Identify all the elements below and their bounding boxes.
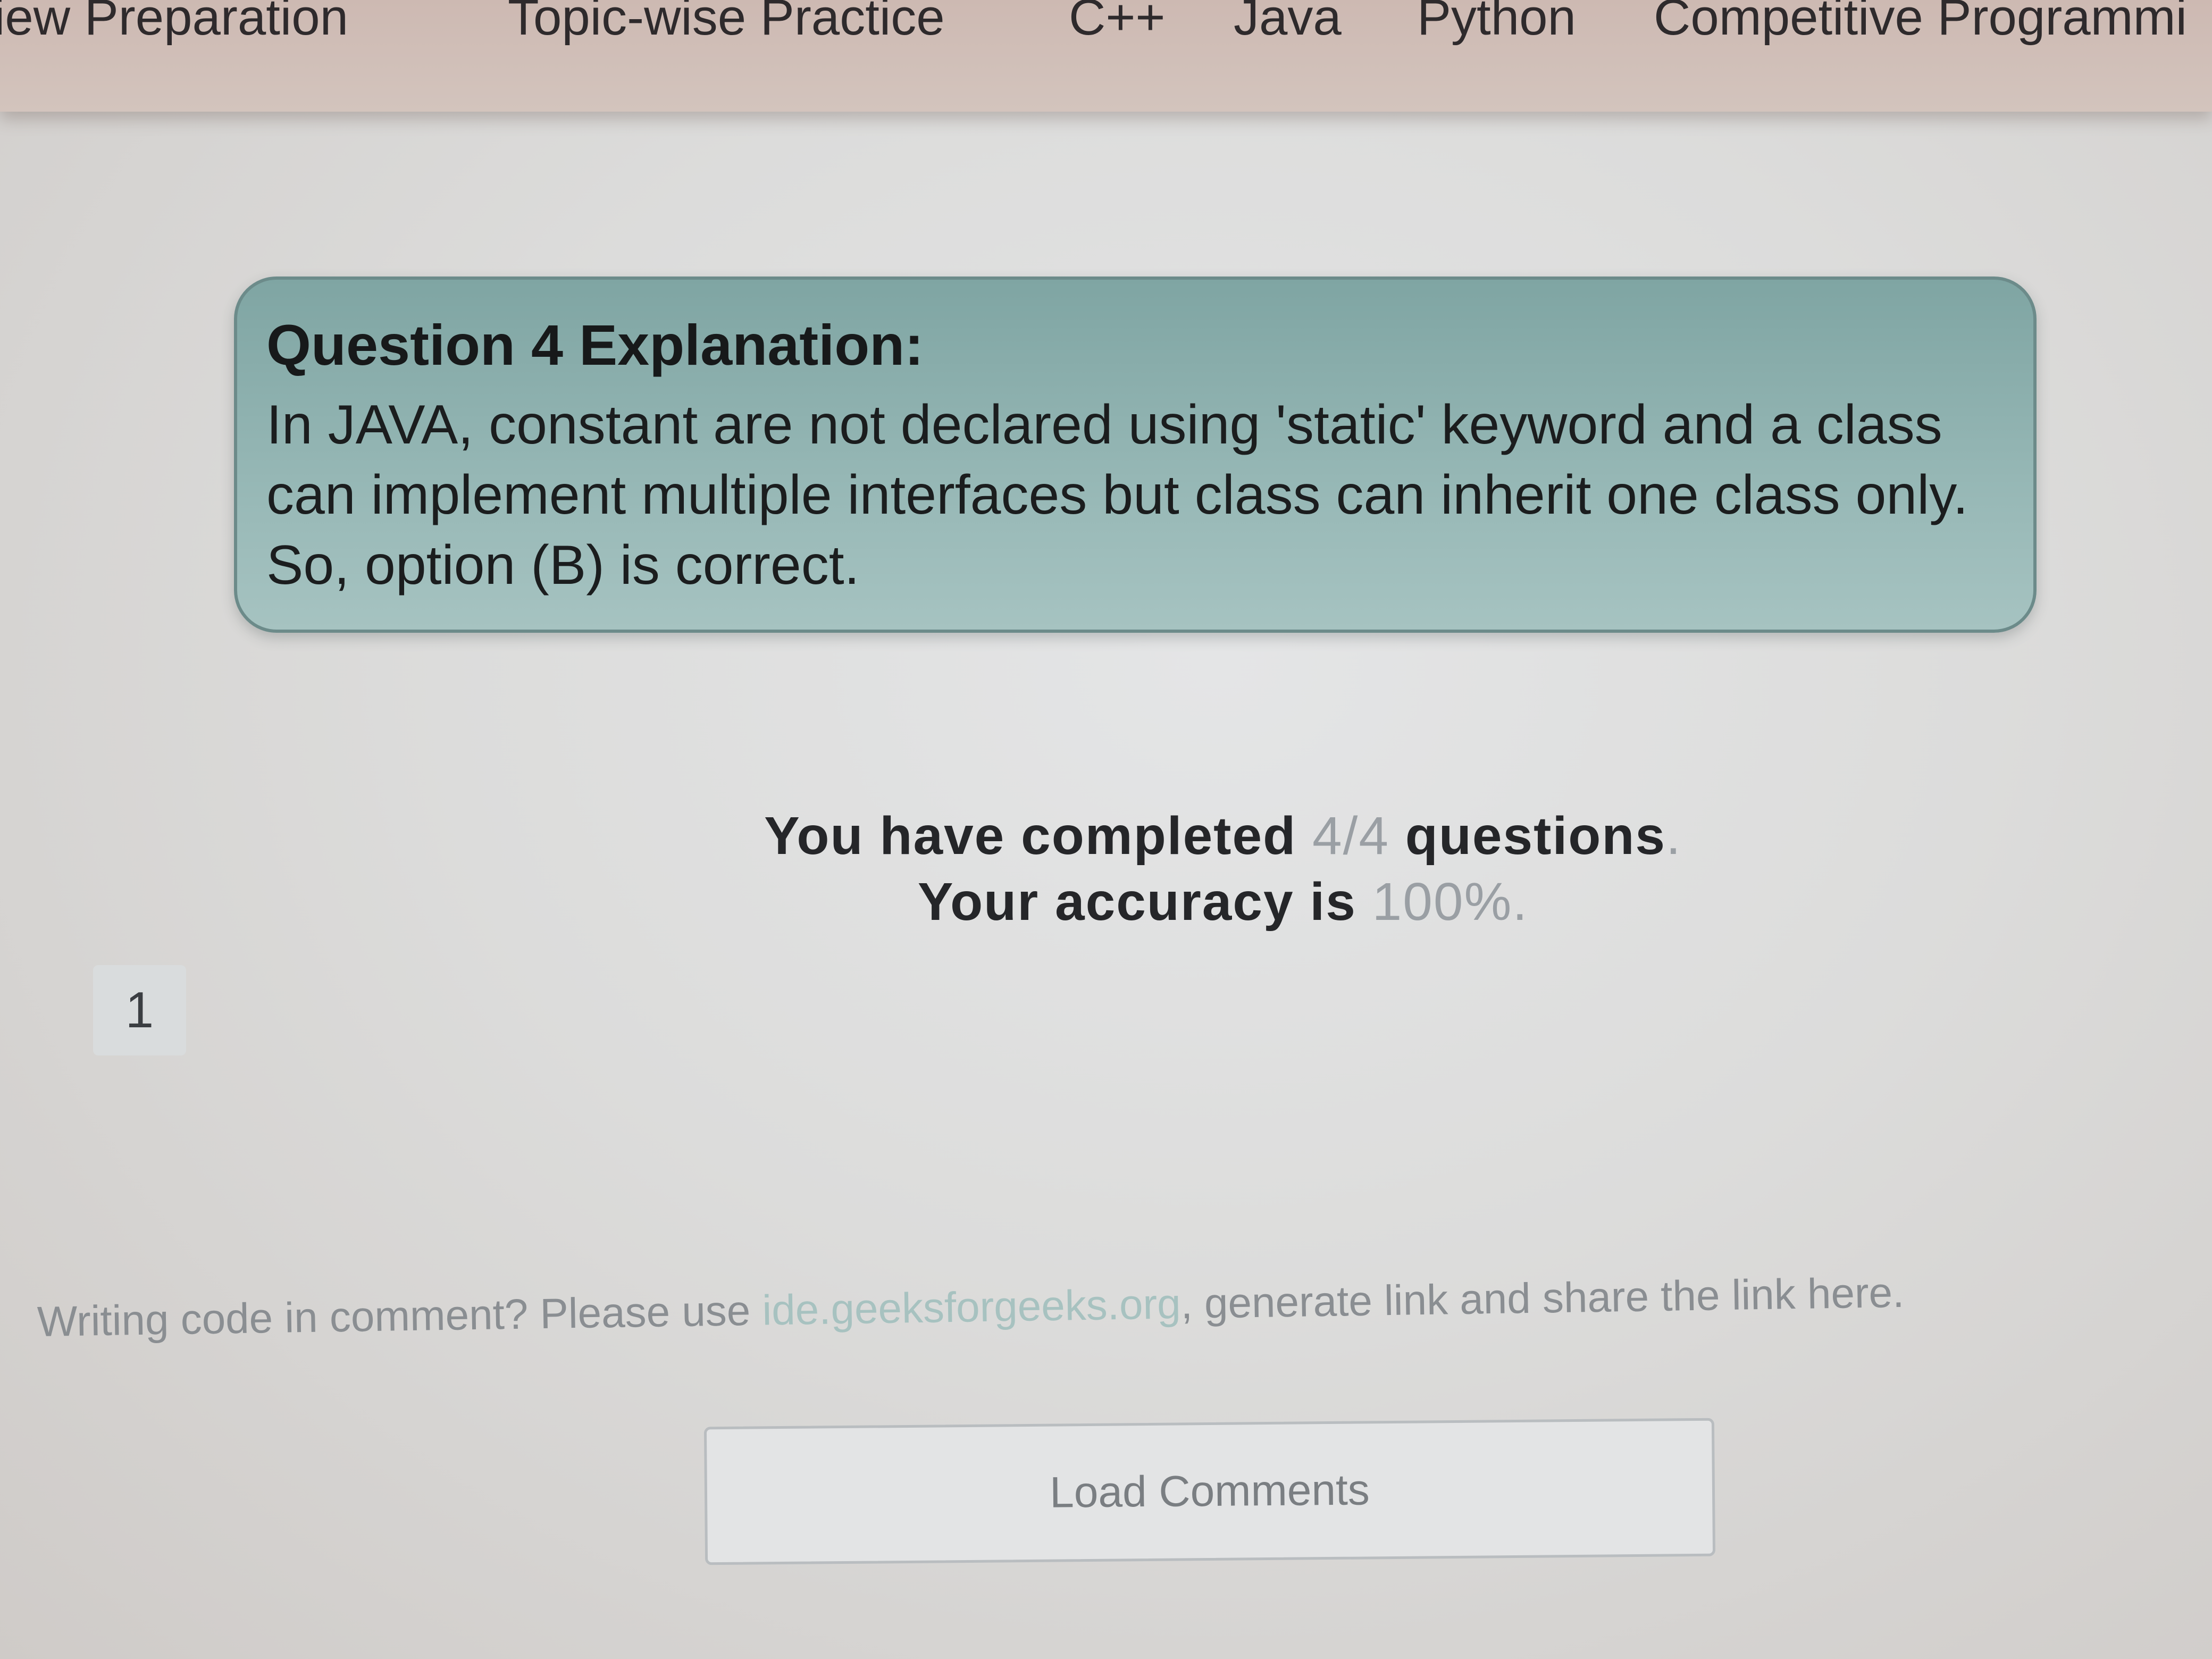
nav-item-python[interactable]: Python (1417, 0, 1576, 47)
ide-link[interactable]: ide.geeksforgeeks.org (762, 1280, 1181, 1334)
explanation-card: Question 4 Explanation: In JAVA, constan… (234, 276, 2037, 633)
comment-instructions: Writing code in comment? Please use ide.… (37, 1268, 1905, 1346)
accuracy-period: . (1512, 872, 1529, 932)
load-comments-button[interactable]: Load Comments (703, 1418, 1716, 1565)
completion-line: You have completed 4/4 questions. (638, 803, 1808, 869)
nav-item-topic-wise-practice[interactable]: Topic-wise Practice (508, 0, 945, 47)
top-nav-bar: view Preparation Topic-wise Practice C++… (0, 0, 2212, 112)
accuracy-prefix: Your accuracy is (917, 872, 1372, 932)
comment-note-prefix: Writing code in comment? Please use (37, 1286, 763, 1345)
accuracy-value: 100% (1372, 872, 1513, 932)
comment-note-suffix: , generate link and share the link here. (1180, 1268, 1905, 1328)
explanation-title: Question 4 Explanation: (266, 313, 924, 377)
quiz-result: You have completed 4/4 questions. Your a… (638, 803, 1808, 935)
completion-suffix: questions (1389, 806, 1666, 866)
nav-item-java[interactable]: Java (1234, 0, 1342, 47)
accuracy-line: Your accuracy is 100%. (638, 869, 1808, 935)
nav-item-interview-preparation[interactable]: view Preparation (0, 0, 348, 47)
completed-count: 4/4 (1312, 806, 1389, 866)
completion-prefix: You have completed (764, 806, 1312, 866)
completion-period: . (1666, 806, 1682, 866)
explanation-text: In JAVA, constant are not declared using… (266, 394, 1968, 596)
nav-item-competitive-programming[interactable]: Competitive Programmi (1654, 0, 2187, 47)
question-page-number[interactable]: 1 (93, 965, 186, 1055)
nav-item-cpp[interactable]: C++ (1069, 0, 1165, 47)
